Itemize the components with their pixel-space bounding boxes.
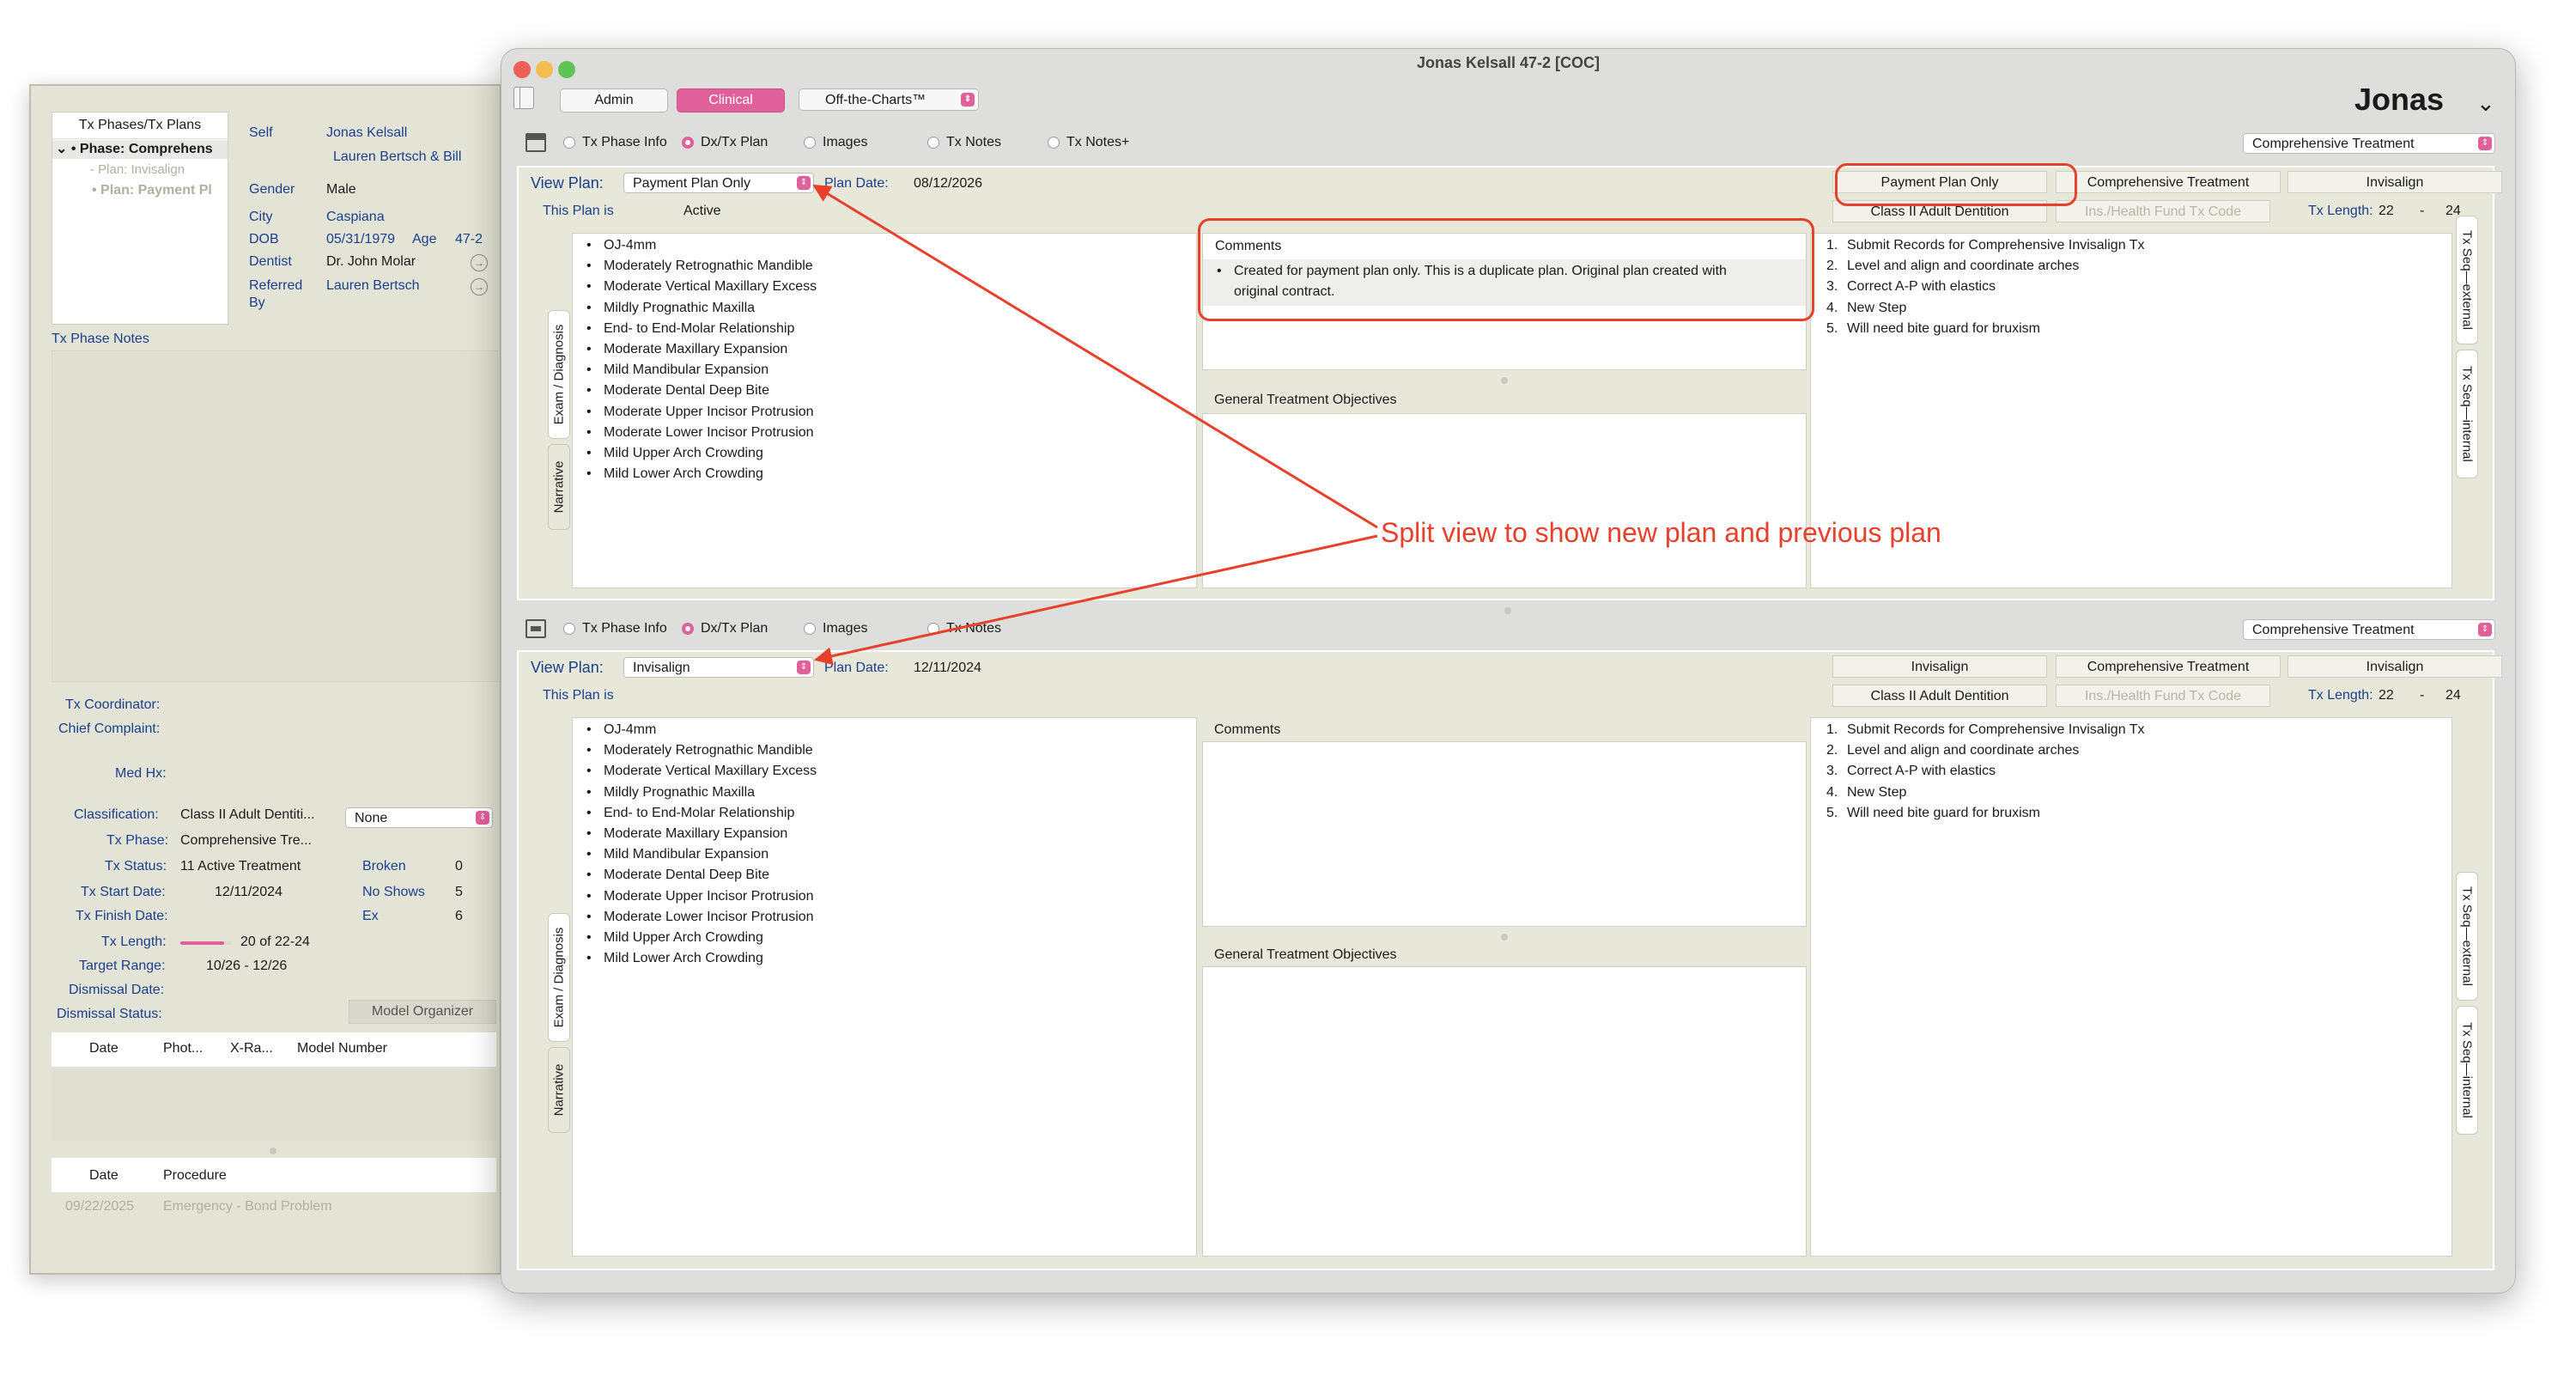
- arrow-to-lower-plan: [813, 534, 1378, 666]
- annotation-arrows: [812, 184, 1378, 666]
- annotation-text: Split view to show new plan and previous…: [1381, 517, 1941, 548]
- arrow-to-upper-plan: [812, 184, 1378, 529]
